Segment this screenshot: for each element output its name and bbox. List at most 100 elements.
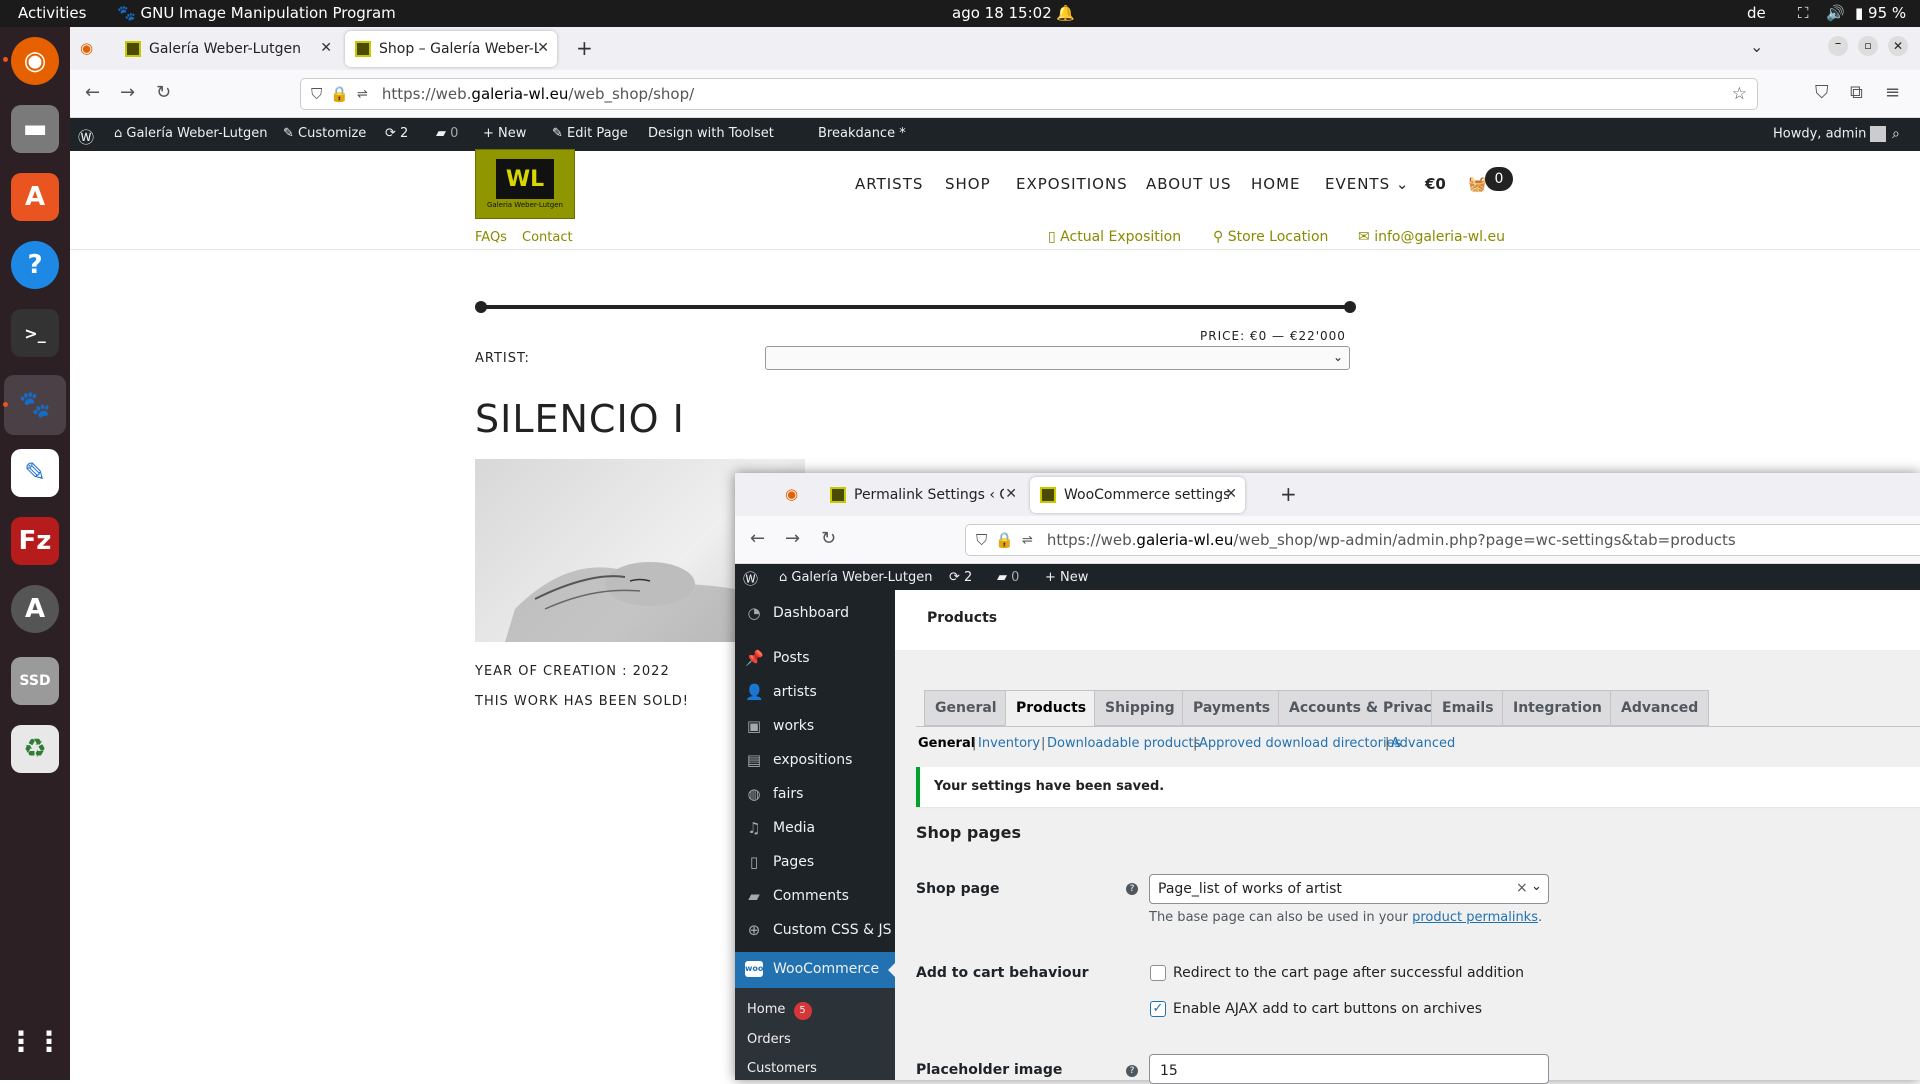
close-icon[interactable]: ✕ (1225, 486, 1237, 502)
help-icon[interactable]: ? (1126, 1065, 1138, 1077)
tab-galeria[interactable]: Galería Weber-Lutgen ✕ (115, 31, 340, 67)
price-slider-max-handle[interactable] (1344, 301, 1356, 313)
shop-page-select[interactable]: Page_list of works of artist × ⌄ (1149, 874, 1549, 904)
subtab-general[interactable]: General (918, 736, 975, 751)
admin-bar-new[interactable]: + New (1045, 570, 1088, 585)
volume-icon[interactable]: 🔊 (1826, 4, 1845, 22)
back-icon[interactable]: ← (750, 528, 765, 549)
maximize-icon[interactable]: ▫ (1858, 36, 1878, 56)
back-icon[interactable]: ← (85, 82, 100, 103)
tab-shop[interactable]: Shop – Galería Weber-Lutg ✕ (345, 31, 557, 67)
bookmark-star-icon[interactable]: ☆ (1732, 84, 1747, 104)
firefox-view-icon[interactable]: ◉ (785, 485, 798, 503)
app-menu[interactable]: 🐾 GNU Image Manipulation Program (117, 4, 396, 22)
forward-icon[interactable]: → (785, 528, 800, 549)
admin-bar-updates[interactable]: ⟳ 2 (385, 126, 408, 141)
email-link[interactable]: ✉ info@galeria-wl.eu (1358, 229, 1505, 245)
sidebar-item-dashboard[interactable]: ◔ Dashboard (745, 604, 849, 622)
wordpress-icon[interactable]: Ⓦ (743, 568, 758, 589)
menu-events[interactable]: EVENTS ⌄ (1325, 175, 1409, 193)
firefox-icon[interactable]: ◉ (11, 37, 59, 85)
battery-indicator[interactable]: ▮ 95 % (1855, 4, 1906, 22)
tab-permalink-settings[interactable]: Permalink Settings ‹ Gale ✕ (820, 477, 1025, 513)
sidebar-item-woocommerce[interactable]: woo WooCommerce (735, 952, 896, 988)
menu-artists[interactable]: ARTISTS (855, 175, 923, 193)
sidebar-item-fairs[interactable]: ◍ fairs (745, 785, 803, 803)
artist-select[interactable]: ⌄ (765, 346, 1350, 370)
submenu-customers[interactable]: Customers (747, 1061, 817, 1076)
keyboard-language[interactable]: de (1747, 4, 1766, 22)
software-updater-icon[interactable]: A (11, 585, 59, 633)
activities-button[interactable]: Activities (18, 4, 86, 22)
ajax-checkbox[interactable]: ✓ (1150, 1001, 1166, 1017)
tab-woocommerce-settings[interactable]: WooCommerce settings ✕ (1030, 477, 1245, 513)
subtab-advanced[interactable]: Advanced (1391, 736, 1455, 751)
trash-icon[interactable]: ♻ (11, 725, 59, 773)
help-icon[interactable]: ? (11, 241, 59, 289)
admin-bar-breakdance[interactable]: Breakdance * (818, 126, 906, 141)
extensions-icon[interactable]: ⧉ (1850, 82, 1863, 103)
admin-bar-comments[interactable]: ▰ 0 (436, 126, 458, 141)
tab-payments[interactable]: Payments (1182, 690, 1282, 726)
url-bar[interactable]: ⛉ 🔒 ⇌ https://web.galeria-wl.eu/web_shop… (965, 524, 1920, 556)
forward-icon[interactable]: → (120, 82, 135, 103)
text-editor-icon[interactable]: ✎ (11, 449, 59, 497)
permissions-icon[interactable]: ⇌ (357, 87, 368, 102)
filezilla-icon[interactable]: Fz (11, 517, 59, 565)
permissions-icon[interactable]: ⇌ (1022, 533, 1033, 548)
sidebar-item-posts[interactable]: 📌 Posts (745, 649, 810, 667)
sidebar-item-works[interactable]: ▣ works (745, 717, 814, 735)
submenu-orders[interactable]: Orders (747, 1032, 791, 1047)
cart-count-badge[interactable]: 0 (1485, 167, 1513, 191)
firefox-view-icon[interactable]: ◉ (80, 39, 93, 57)
contact-link[interactable]: Contact (522, 230, 573, 245)
ssd-drive-icon[interactable]: SSD (11, 657, 59, 705)
subtab-approved-download-directories[interactable]: Approved download directories (1199, 736, 1401, 751)
admin-bar-toolset[interactable]: Design with Toolset (648, 126, 774, 141)
faqs-link[interactable]: FAQs (475, 230, 507, 245)
admin-bar-customize[interactable]: ✎ Customize (283, 126, 366, 141)
minimize-icon[interactable]: – (1828, 36, 1848, 56)
show-apps-icon[interactable]: ⋮⋮ (7, 1017, 63, 1065)
tab-integration[interactable]: Integration (1502, 690, 1613, 726)
close-icon[interactable]: ✕ (1005, 486, 1017, 502)
admin-bar-comments[interactable]: ▰ 0 (997, 570, 1019, 585)
redirect-checkbox[interactable] (1150, 965, 1166, 981)
tab-general[interactable]: General (924, 690, 1008, 726)
product-permalinks-link[interactable]: product permalinks (1412, 910, 1538, 925)
menu-about-us[interactable]: ABOUT US (1146, 175, 1232, 193)
cart-total[interactable]: €0 (1425, 175, 1446, 193)
close-icon[interactable]: ✕ (320, 40, 332, 56)
actual-exposition-link[interactable]: ▯ Actual Exposition (1048, 229, 1181, 245)
subtab-inventory[interactable]: Inventory (978, 736, 1040, 751)
site-logo[interactable]: WL Galeria Weber-Lutgen (475, 149, 575, 219)
gimp-dock-icon[interactable]: 🐾 (4, 375, 66, 435)
sidebar-item-custom-css-js[interactable]: ⊕ Custom CSS & JS (745, 921, 892, 939)
admin-bar-updates[interactable]: ⟳ 2 (949, 570, 972, 585)
wordpress-icon[interactable]: Ⓦ (78, 124, 94, 148)
menu-home[interactable]: HOME (1251, 175, 1301, 193)
menu-expositions[interactable]: EXPOSITIONS (1016, 175, 1128, 193)
new-tab-icon[interactable]: + (1280, 482, 1297, 506)
admin-bar-new[interactable]: + New (483, 126, 526, 141)
tab-shipping[interactable]: Shipping (1094, 690, 1186, 726)
sidebar-item-expositions[interactable]: ▤ expositions (745, 751, 853, 769)
pocket-icon[interactable]: ⛉ (1815, 82, 1829, 103)
hamburger-menu-icon[interactable]: ≡ (1885, 82, 1900, 103)
subtab-downloadable-products[interactable]: Downloadable products (1047, 736, 1200, 751)
basket-icon[interactable]: 🧺 (1468, 175, 1487, 193)
sidebar-item-pages[interactable]: ▯ Pages (745, 853, 814, 871)
tab-advanced[interactable]: Advanced (1610, 690, 1710, 726)
software-center-icon[interactable]: A (11, 173, 59, 221)
terminal-icon[interactable]: >_ (11, 309, 59, 357)
new-tab-icon[interactable]: + (576, 36, 593, 60)
network-icon[interactable]: ⛶ (1798, 4, 1809, 22)
reload-icon[interactable]: ↻ (156, 82, 171, 103)
menu-shop[interactable]: SHOP (945, 175, 991, 193)
sidebar-item-media[interactable]: ♫ Media (745, 819, 815, 837)
sidebar-item-comments[interactable]: ▰ Comments (745, 887, 849, 905)
close-window-icon[interactable]: ✕ (1888, 36, 1908, 56)
reload-icon[interactable]: ↻ (821, 528, 836, 549)
admin-bar-howdy[interactable]: Howdy, admin (1773, 126, 1887, 142)
files-icon[interactable]: ▬ (11, 105, 59, 153)
